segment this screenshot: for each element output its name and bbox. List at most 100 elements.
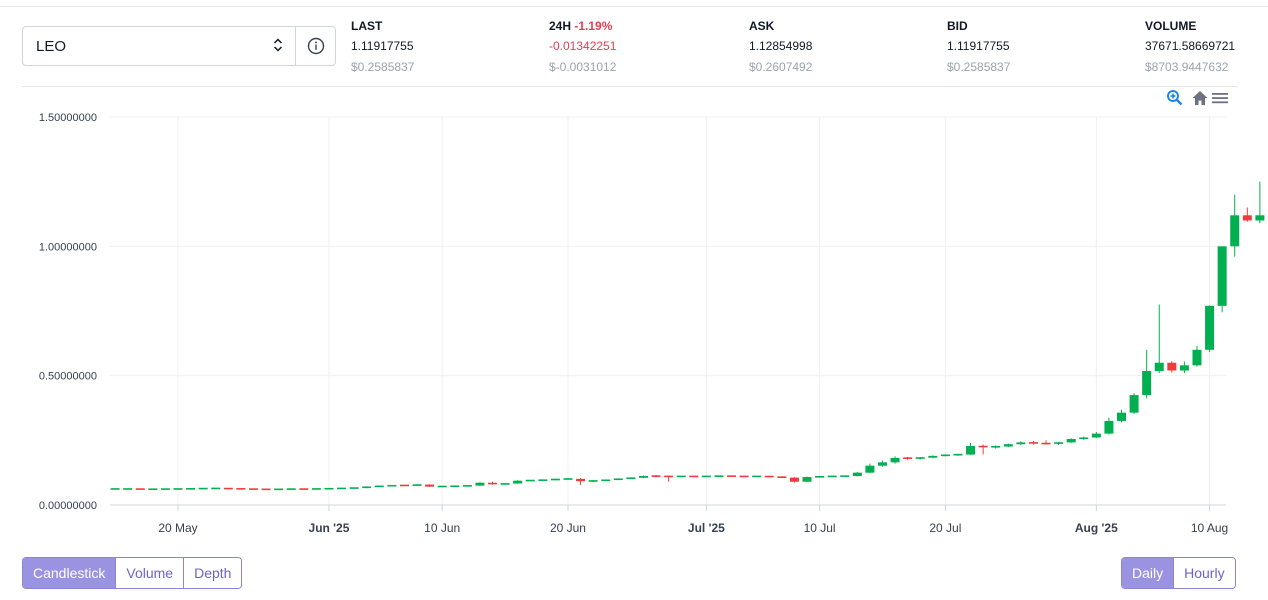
stat-24h-pct: -1.19%	[574, 19, 613, 33]
candle-body	[324, 487, 334, 490]
candle-body	[211, 487, 221, 490]
candle-body	[1179, 365, 1189, 371]
candle-body	[777, 476, 787, 478]
chevron-up-down-icon	[273, 38, 283, 54]
candle-body	[1154, 362, 1164, 372]
candlestick-chart[interactable]: 0.00000000 0.50000000 1.00000000 1.50000000…	[0, 96, 1268, 546]
x-tick-label: Jun '25	[309, 521, 350, 535]
candle-body	[311, 488, 321, 490]
pair-select-label: LEO	[36, 37, 67, 55]
candle-body	[160, 488, 170, 490]
candle-body	[1117, 412, 1126, 421]
candle-body	[337, 487, 347, 490]
interval-tabs: Daily Hourly	[1121, 557, 1236, 589]
candle-body	[1230, 215, 1240, 247]
info-circle-icon[interactable]	[295, 27, 335, 65]
stat-last-usd: $0.2585837	[351, 60, 415, 74]
candle-body	[186, 488, 196, 490]
candle-body	[651, 475, 661, 477]
candle-body	[613, 478, 623, 481]
candle-body	[915, 457, 925, 459]
candle-body	[1167, 362, 1177, 371]
candle-body	[538, 479, 548, 481]
candle-body	[387, 484, 397, 487]
candle-body	[1003, 444, 1013, 447]
candle-body	[1054, 442, 1064, 444]
candle-body	[1129, 395, 1139, 413]
stat-bid-label: BID	[947, 19, 968, 33]
candle-body	[1066, 439, 1076, 443]
top-border	[0, 6, 1268, 7]
pair-select[interactable]: LEO	[22, 26, 336, 66]
candle-body	[903, 457, 913, 459]
x-tick-label: Jul '25	[688, 521, 725, 535]
candle-body	[638, 476, 648, 478]
candle-body	[689, 475, 699, 478]
candle-body	[500, 483, 510, 485]
stat-24h-value: -0.01342251	[549, 39, 617, 53]
candle-body	[991, 446, 1001, 448]
x-tick-label: 10 Jul	[804, 521, 836, 535]
stat-last-value: 1.11917755	[351, 39, 414, 53]
candle-body	[173, 488, 183, 490]
candle-body	[701, 475, 711, 478]
stat-bid-value: 1.11917755	[947, 39, 1010, 53]
candle-body	[852, 472, 862, 477]
x-tick-label: 20 Jul	[929, 521, 961, 535]
chart-type-tabs: Candlestick Volume Depth	[22, 557, 243, 589]
tab-hourly[interactable]: Hourly	[1174, 558, 1235, 588]
candle-body	[1192, 349, 1202, 366]
candle-body	[223, 487, 233, 490]
stat-ask-value: 1.12854998	[749, 39, 813, 53]
y-tick-label: 0.00000000	[39, 500, 97, 512]
stat-volume-label: VOLUME	[1145, 19, 1197, 33]
candle-body	[727, 475, 737, 477]
tab-volume[interactable]: Volume	[116, 558, 185, 588]
candle-body	[1028, 442, 1038, 444]
candle-body	[676, 475, 686, 478]
candle-body	[966, 446, 976, 455]
candle-body	[399, 484, 409, 487]
candle-body	[877, 462, 887, 466]
candle-body	[1255, 215, 1265, 221]
candle-body	[626, 477, 636, 480]
candle-body	[739, 475, 749, 478]
stat-volume-usd: $8703.9447632	[1145, 60, 1229, 74]
pair-select-value[interactable]: LEO	[23, 27, 295, 65]
stat-24h: 24H -1.19% -0.01342251 $-0.0031012	[549, 18, 616, 75]
candle-body	[588, 480, 598, 482]
stat-last: LAST 1.11917755 $0.2585837	[351, 18, 414, 75]
stat-ask-usd: $0.2607492	[749, 60, 813, 74]
candle-body	[462, 485, 472, 487]
candle-body	[940, 454, 950, 457]
candle-body	[236, 488, 246, 490]
candle-body	[550, 478, 560, 481]
candle-body	[601, 479, 611, 482]
tab-candlestick[interactable]: Candlestick	[23, 558, 117, 588]
candle-body	[488, 482, 497, 485]
candle-body	[374, 485, 384, 488]
candle-body	[1091, 433, 1101, 438]
stat-last-label: LAST	[351, 19, 383, 33]
candle-body	[890, 457, 900, 463]
candle-body	[840, 475, 850, 477]
candle-body	[1142, 371, 1152, 396]
tab-daily[interactable]: Daily	[1122, 558, 1175, 588]
candle-body	[1079, 437, 1089, 440]
candle-body	[563, 478, 573, 480]
candle-body	[198, 487, 208, 490]
stat-volume-value: 37671.58669721	[1145, 39, 1236, 53]
candle-body	[1016, 442, 1026, 445]
candle-body	[1041, 442, 1051, 445]
x-tick-label: 20 May	[158, 521, 197, 535]
candle-body	[412, 484, 422, 486]
stat-24h-label-row: 24H -1.19%	[549, 18, 616, 34]
candle-body	[274, 488, 284, 491]
candle-body	[1104, 420, 1114, 434]
candle-body	[802, 477, 812, 482]
candle-body	[525, 479, 535, 482]
candle-body	[261, 488, 271, 491]
candle-body	[714, 475, 724, 477]
candle-body	[815, 476, 825, 478]
tab-depth[interactable]: Depth	[184, 558, 242, 588]
